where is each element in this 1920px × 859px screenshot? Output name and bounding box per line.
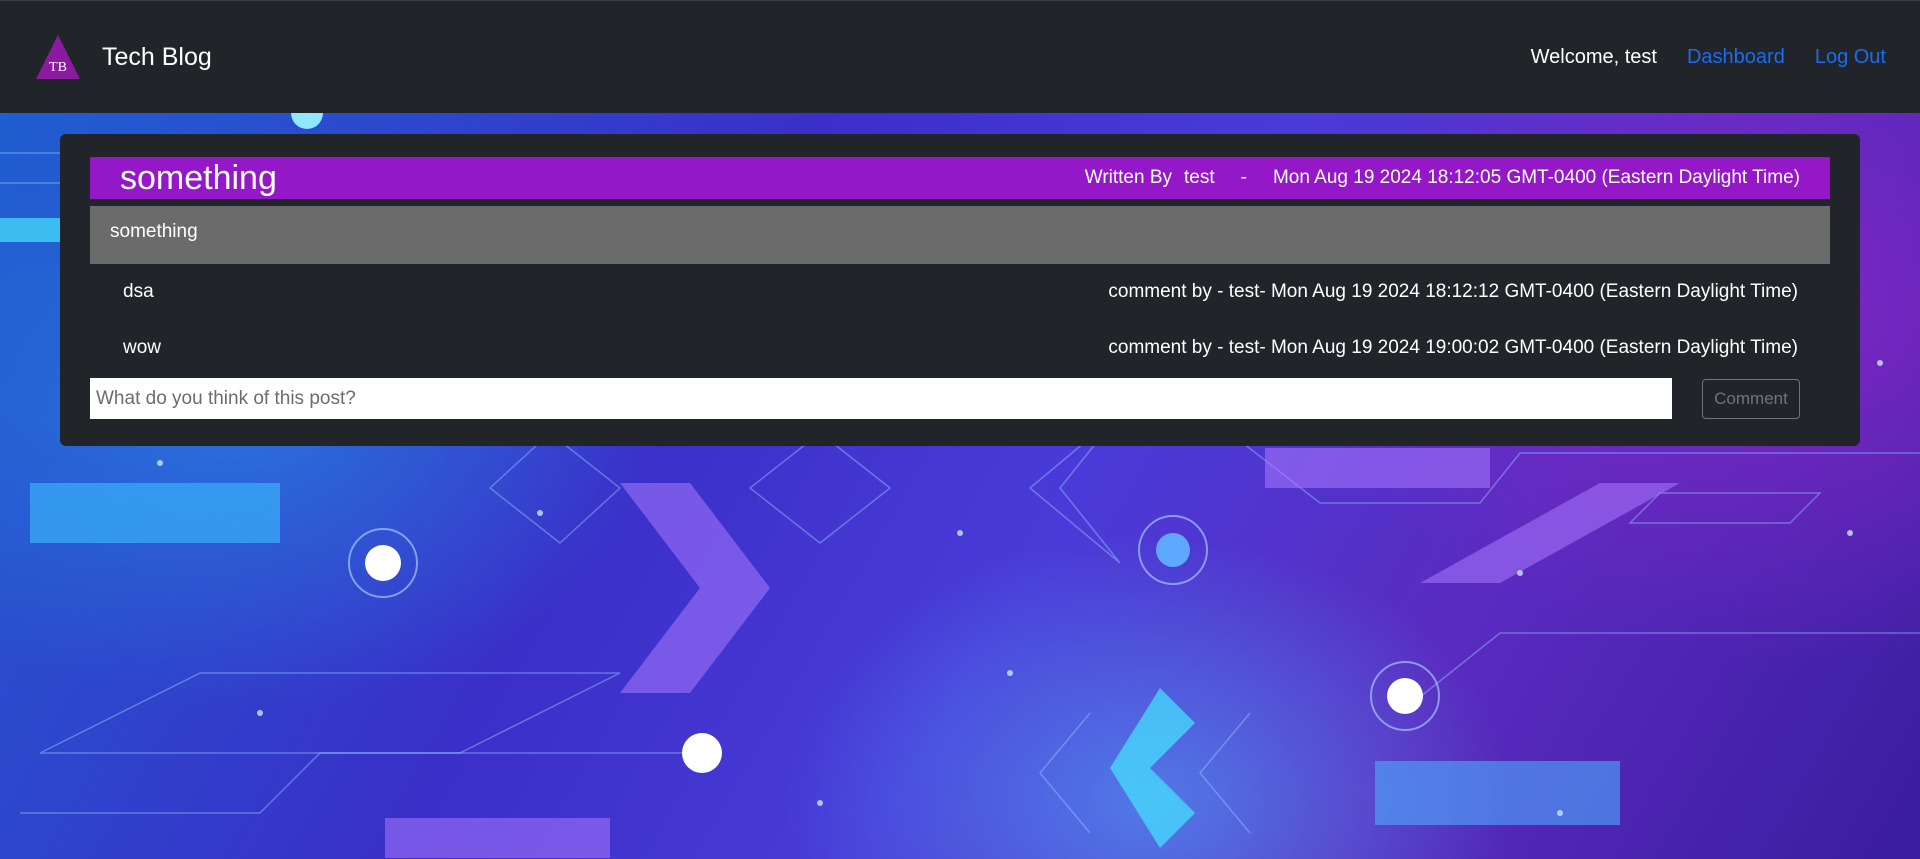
welcome-text: Welcome, test [1530,45,1657,68]
brand[interactable]: TB Tech Blog [34,33,212,81]
post-card: something Written By test - Mon Aug 19 2… [60,134,1860,446]
comment-meta: comment by - test- Mon Aug 19 2024 18:12… [1108,281,1798,302]
nav-links: Welcome, test Dashboard Log Out [1531,46,1886,69]
brand-title[interactable]: Tech Blog [102,43,212,72]
comment-text: dsa [123,281,154,302]
navbar: TB Tech Blog Welcome, test Dashboard Log… [0,0,1920,113]
comment-meta: comment by - test- Mon Aug 19 2024 19:00… [1108,337,1798,358]
post-author: test [1184,167,1215,188]
comment-text: wow [123,337,162,358]
logo[interactable]: TB [34,33,82,81]
comment-form: Comment [90,378,1830,419]
post-date: Mon Aug 19 2024 18:12:05 GMT-0400 (Easte… [1272,167,1800,188]
post-meta: Written By test - Mon Aug 19 2024 18:12:… [1085,167,1800,189]
comment-button[interactable]: Comment [1702,378,1800,419]
dashboard-link[interactable]: Dashboard [1687,46,1785,69]
comment-item: wow comment by - test- Mon Aug 19 2024 1… [90,320,1830,376]
written-by-label: Written By [1084,167,1173,188]
post-title: something [120,158,277,197]
logout-link[interactable]: Log Out [1815,46,1886,69]
comment-item: dsa comment by - test- Mon Aug 19 2024 1… [90,264,1830,320]
post-header: something Written By test - Mon Aug 19 2… [90,157,1830,199]
post-body: something [90,206,1830,264]
logo-text: TB [49,60,67,75]
comment-list: dsa comment by - test- Mon Aug 19 2024 1… [90,264,1830,376]
comment-input[interactable] [90,378,1672,419]
meta-separator: - [1240,167,1247,188]
